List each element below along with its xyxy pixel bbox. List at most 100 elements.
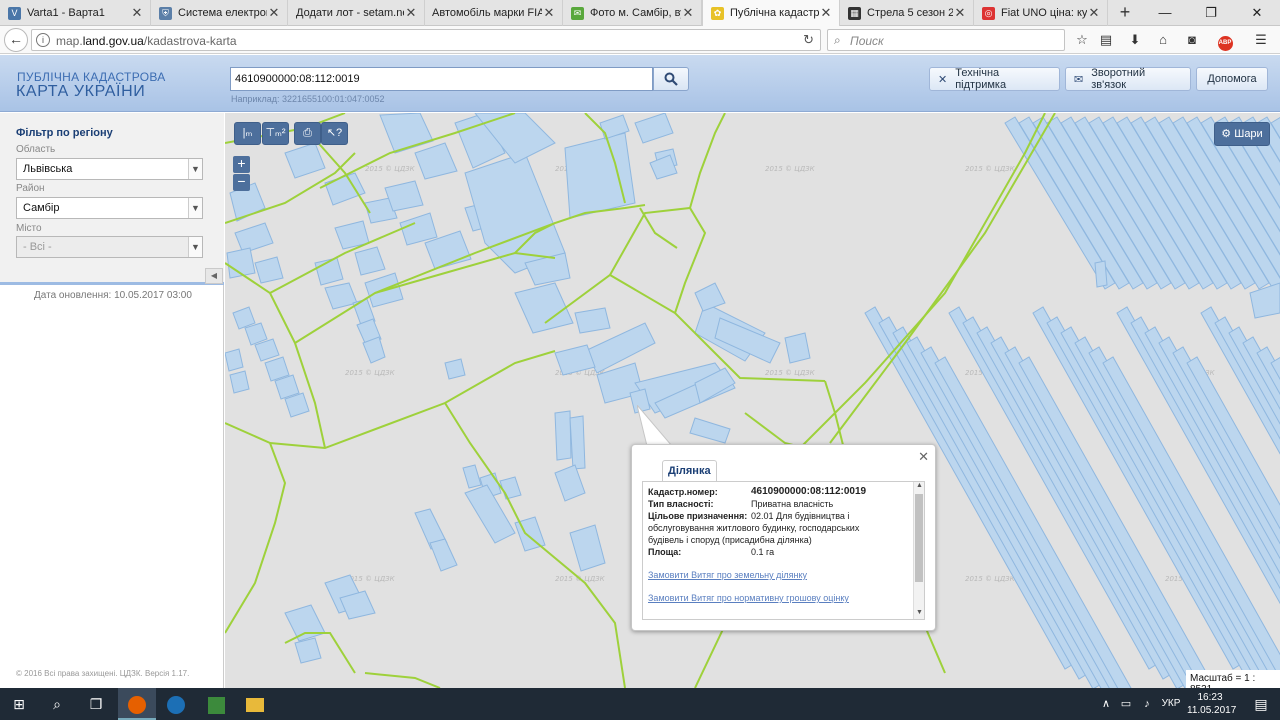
gear-icon: ⚙ <box>1221 128 1232 140</box>
parcel-info-popup[interactable]: ✕ Ділянка Кадастр.номер: 4610900000:08:1… <box>631 444 936 631</box>
feedback-button[interactable]: ✉ Зворотний зв'язок <box>1065 67 1191 91</box>
url-text: map.land.gov.ua/kadastrova-karta <box>56 34 237 48</box>
zoom-out-button[interactable]: − <box>233 174 250 191</box>
spreadsheet-icon[interactable] <box>197 688 235 720</box>
layers-button[interactable]: ⚙ Шари <box>1214 122 1270 146</box>
adblock-icon[interactable]: ABP <box>1212 31 1238 51</box>
tab-favicon-icon: ▦ <box>848 6 861 20</box>
logo-line-2[interactable]: КАРТА УКРАЇНИ <box>16 83 145 101</box>
browser-tab[interactable]: ✿ Публічна кадастров✕ <box>702 0 840 26</box>
browser-tab[interactable]: Автомобіль марки FIAT ✕ <box>424 0 563 26</box>
browser-tab[interactable]: ◎ Fiat UNO ціна: купит✕ <box>974 0 1108 26</box>
browser-tab[interactable]: ✉ Фото м. Самбір, вул✕ <box>563 0 702 26</box>
pocket-icon[interactable]: ◙ <box>1183 31 1201 49</box>
home-icon[interactable]: ⌂ <box>1154 31 1172 49</box>
search-example-hint: Наприклад: 3221655100:01:047:0052 <box>231 94 385 104</box>
file-explorer-icon[interactable] <box>236 688 274 720</box>
scroll-thumb[interactable] <box>915 494 923 582</box>
notifications-icon[interactable]: ▤ <box>1242 688 1280 720</box>
tab-favicon-icon: ◎ <box>982 6 995 20</box>
clock-date: 11.05.2017 <box>1187 705 1237 716</box>
close-tab-icon[interactable]: ✕ <box>542 5 556 21</box>
ownership-label: Тип власності: <box>648 499 714 509</box>
close-tab-icon[interactable]: ✕ <box>819 5 833 21</box>
download-icon[interactable]: ⬇ <box>1126 31 1144 49</box>
browser-tab[interactable]: ▦ Стрела 5 сезон 21 се✕ <box>840 0 974 26</box>
technical-support-label: Технічна підтримка <box>955 67 1007 91</box>
search-button[interactable] <box>653 67 689 91</box>
tab-parcel[interactable]: Ділянка <box>662 460 717 482</box>
rayon-select[interactable]: Самбір ▼ <box>16 197 203 219</box>
map-watermark: 2015 © ЦДЗК <box>965 575 1016 583</box>
region-filter-panel: Фільтр по регіону Область Львівська ▼ Рай… <box>0 113 224 285</box>
cadastral-search-input[interactable]: 4610900000:08:112:0019 <box>230 67 653 91</box>
rayon-value: Самбір <box>23 202 60 214</box>
help-button[interactable]: Допомога <box>1196 67 1268 91</box>
close-tab-icon[interactable]: ✕ <box>404 5 418 21</box>
search-placeholder: Поиск <box>850 34 884 48</box>
restore-button[interactable]: ❐ <box>1188 0 1234 26</box>
order-parcel-extract-link[interactable]: Замовити Витяг про земельну ділянку <box>648 570 807 580</box>
close-tab-icon[interactable]: ✕ <box>953 5 967 21</box>
tab-favicon-icon: ⛨ <box>159 6 172 20</box>
close-window-button[interactable]: ✕ <box>1234 0 1280 26</box>
clock[interactable]: 16:23 11.05.2017 <box>1187 691 1237 717</box>
logo-line-1[interactable]: ПУБЛІЧНА КАДАСТРОВА <box>17 70 166 84</box>
tab-title: Фото м. Самбір, вул <box>590 7 681 19</box>
language-indicator[interactable]: УКР <box>1157 688 1185 720</box>
technical-support-button[interactable]: ✕ Технічна підтримка <box>929 67 1060 91</box>
browser-tab[interactable]: ⛨ Система електронни✕ <box>151 0 288 26</box>
popup-scrollbar[interactable]: ▲ ▼ <box>913 482 924 619</box>
volume-icon[interactable]: ♪ <box>1137 688 1157 720</box>
parcel-details: Кадастр.номер: 4610900000:08:112:0019 Ти… <box>642 481 925 620</box>
clock-time: 16:23 <box>1197 692 1223 703</box>
scroll-up-icon[interactable]: ▲ <box>914 482 924 492</box>
site-info-icon[interactable]: i <box>36 33 50 47</box>
measure-length-tool[interactable]: |ₘ <box>234 122 261 145</box>
start-icon[interactable]: ⊞ <box>0 688 38 720</box>
close-tab-icon[interactable]: ✕ <box>1087 5 1101 21</box>
close-tab-icon[interactable]: ✕ <box>130 5 144 21</box>
purpose-label: Цільове призначення: <box>648 511 748 521</box>
map-canvas[interactable]: 2015 © ЦДЗК 2015 © ЦДЗК 2015 © ЦДЗК 2015 © … <box>225 113 1280 688</box>
new-tab-button[interactable]: + <box>1113 1 1137 25</box>
map-watermark: 2015 © ЦДЗК <box>365 165 416 173</box>
network-icon[interactable]: ▭ <box>1116 688 1136 720</box>
windows-taskbar: ⊞ ⌕ ❐ ∧ ▭ ♪ УКР 16:23 11.05.2017 ▤ <box>0 688 1280 720</box>
bookmark-star-icon[interactable]: ☆ <box>1073 31 1091 49</box>
tools-icon: ✕ <box>938 73 948 86</box>
tab-title: Varta1 - Варта1 <box>27 7 105 19</box>
measure-area-tool[interactable]: ⊤ₘ² <box>262 122 289 145</box>
browser-tab[interactable]: Додати лот - setam.net.u✕ <box>288 0 425 26</box>
map-watermark: 2015 © ЦДЗК <box>345 369 396 377</box>
back-button[interactable]: ← <box>4 28 28 52</box>
browser-search-input[interactable]: ⌕ Поиск <box>827 29 1065 51</box>
minimize-button[interactable]: — <box>1142 0 1188 26</box>
firefox-icon[interactable] <box>118 688 156 720</box>
task-view-icon[interactable]: ❐ <box>77 688 115 720</box>
reading-list-icon[interactable]: ▤ <box>1097 31 1115 49</box>
close-tab-icon[interactable]: ✕ <box>267 5 281 21</box>
order-valuation-extract-link[interactable]: Замовити Витяг про нормативну грошову оц… <box>648 593 849 603</box>
browser-tab[interactable]: V Varta1 - Варта1 ✕ <box>0 0 151 26</box>
menu-icon[interactable]: ☰ <box>1252 31 1270 49</box>
tray-chevron-icon[interactable]: ∧ <box>1096 688 1116 720</box>
thunderbird-icon[interactable] <box>157 688 195 720</box>
search-icon[interactable]: ⌕ <box>38 688 76 720</box>
address-bar[interactable]: i map.land.gov.ua/kadastrova-karta ↻ <box>31 29 821 51</box>
oblast-select[interactable]: Львівська ▼ <box>16 158 203 180</box>
city-label: Місто <box>16 223 42 234</box>
collapse-sidebar-button[interactable]: ◀ <box>205 268 223 284</box>
close-icon[interactable]: ✕ <box>918 449 929 465</box>
ownership-value: Приватна власність <box>751 499 834 509</box>
city-select[interactable]: - Всі - ▼ <box>16 236 203 258</box>
area-value: 0.1 га <box>751 547 775 557</box>
zoom-in-button[interactable]: + <box>233 156 250 173</box>
print-icon[interactable]: ⎙ <box>294 122 321 145</box>
close-tab-icon[interactable]: ✕ <box>681 5 695 21</box>
identify-tool-icon[interactable]: ↖? <box>321 122 348 145</box>
reload-icon[interactable]: ↻ <box>803 32 814 48</box>
scroll-down-icon[interactable]: ▼ <box>914 609 924 619</box>
tab-title: Fiat UNO ціна: купит <box>1001 7 1087 19</box>
tab-title: Додати лот - setam.net.u <box>296 7 404 19</box>
